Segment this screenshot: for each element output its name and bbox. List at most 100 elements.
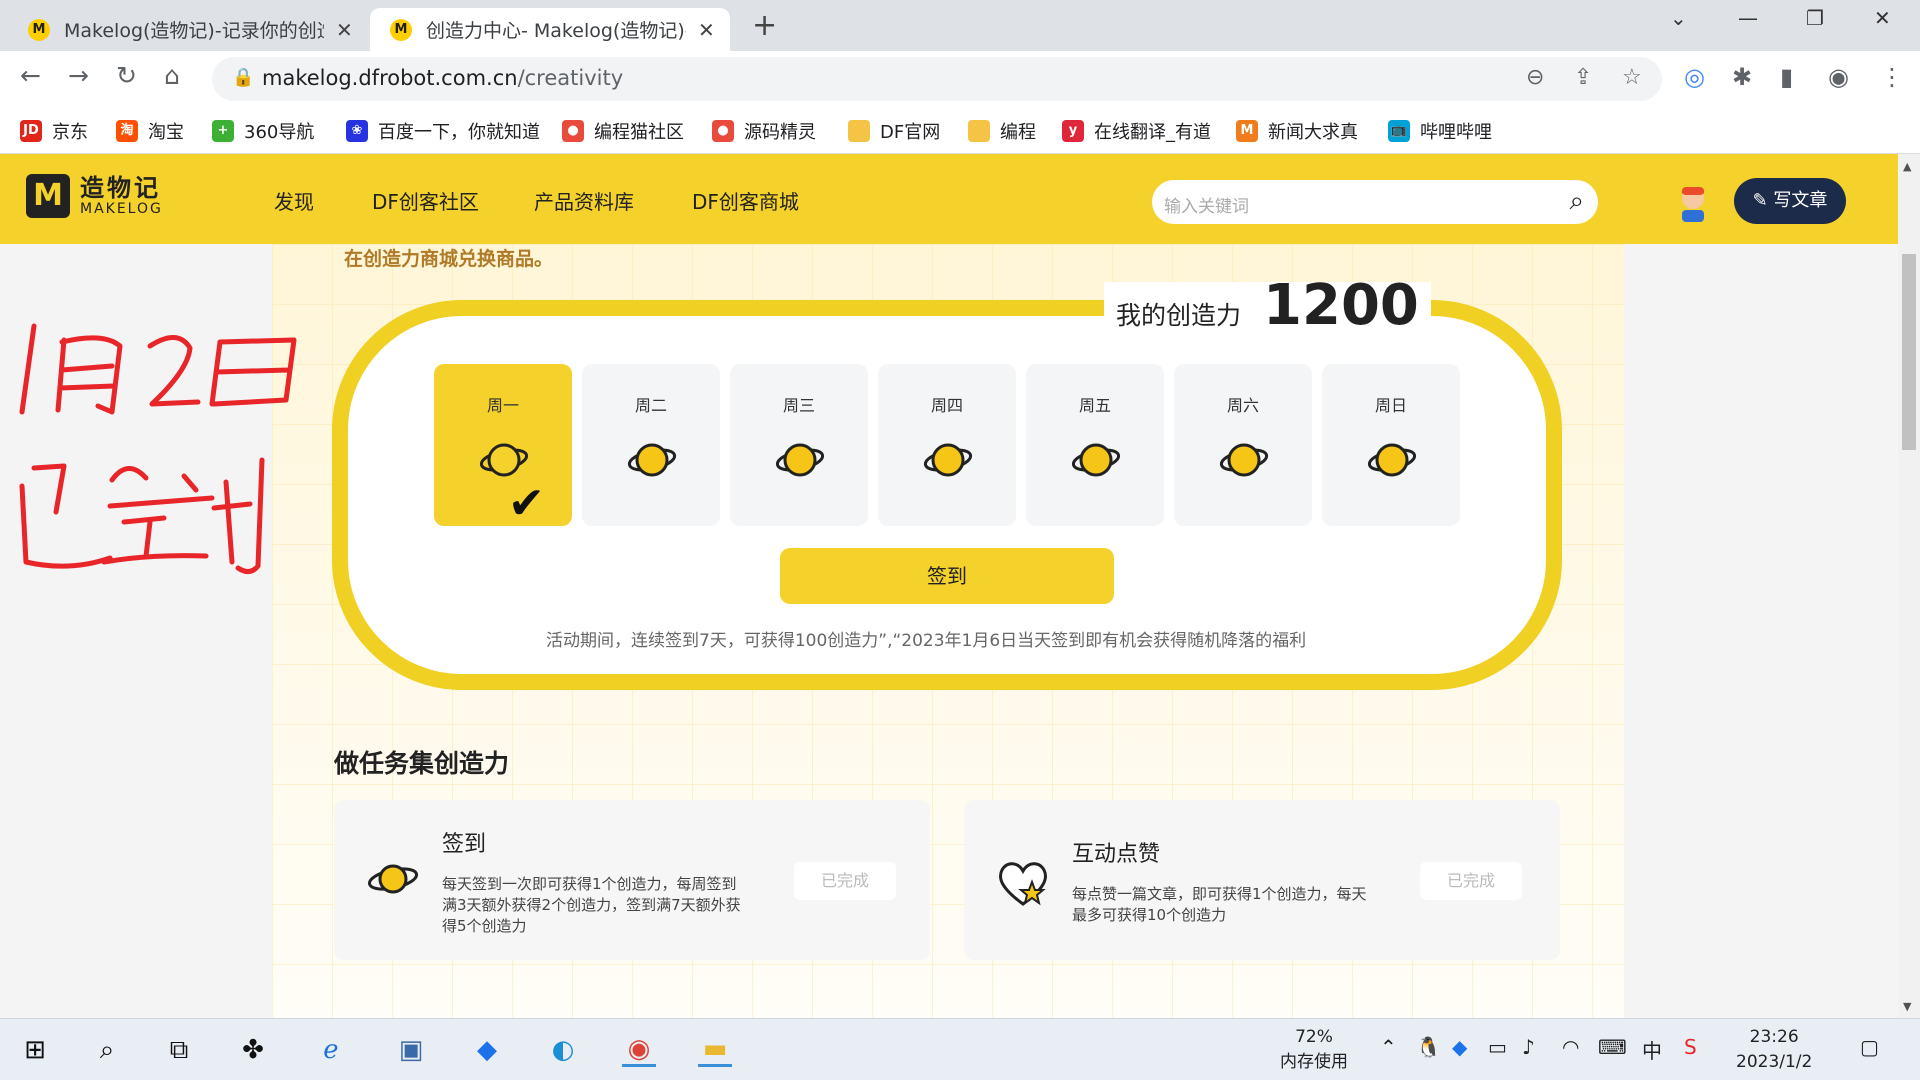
ie-browser-icon[interactable]: ℯ — [314, 1033, 348, 1067]
scroll-down-icon[interactable]: ▼ — [1903, 1000, 1911, 1013]
new-tab-icon[interactable]: + — [752, 8, 777, 43]
task-status-button[interactable]: 已完成 — [1420, 862, 1522, 900]
tab-search-chevron-icon[interactable]: ⌄ — [1670, 6, 1687, 30]
lock-icon[interactable]: 🔒 — [232, 67, 254, 88]
file-explorer-icon[interactable]: ▬ — [698, 1033, 732, 1067]
planet-icon — [1219, 443, 1269, 477]
volume-icon[interactable]: ♪ — [1522, 1035, 1535, 1059]
keyboard-icon[interactable]: ⌨ — [1598, 1035, 1627, 1059]
planet-icon — [1071, 443, 1121, 477]
scroll-up-icon[interactable]: ▲ — [1903, 160, 1911, 173]
day-card[interactable]: 周二 — [582, 364, 720, 526]
day-card[interactable]: 周一 ✔ — [434, 364, 572, 529]
logo-cn: 造物记 — [80, 174, 161, 202]
score-box: 我的创造力 1200 — [1104, 278, 1431, 334]
bookmark-label: 编程猫社区 — [594, 122, 684, 143]
bookmark-item[interactable]: ● 源码精灵 — [712, 118, 816, 144]
minimize-icon[interactable]: — — [1738, 6, 1758, 30]
tasks-title: 做任务集创造力 — [334, 749, 510, 778]
omnibox[interactable]: 🔒 makelog.dfrobot.com.cn/creativity ⊖ ⇪ … — [212, 57, 1662, 101]
nav-df-mall[interactable]: DF创客商城 — [692, 186, 799, 215]
search-icon[interactable]: ⌕ — [1569, 186, 1584, 217]
day-card[interactable]: 周六 — [1174, 364, 1312, 526]
bookmark-icon: y — [1062, 120, 1084, 142]
edge-icon[interactable]: ◐ — [546, 1033, 580, 1067]
write-article-button[interactable]: ✎ 写文章 — [1734, 178, 1846, 224]
remote-desktop-icon[interactable]: ▣ — [394, 1033, 428, 1067]
notification-icon[interactable]: ▢ — [1860, 1035, 1879, 1059]
windows-start-icon[interactable]: ⊞ — [18, 1033, 52, 1067]
bookmark-icon: M — [1236, 120, 1258, 142]
task-title: 互动点赞 — [1072, 842, 1161, 867]
wifi-icon[interactable]: ◠ — [1562, 1035, 1579, 1059]
restore-icon[interactable]: ❐ — [1806, 6, 1824, 30]
side-panel-icon[interactable]: ▮ — [1780, 63, 1793, 91]
activity-note: 活动期间，连续签到7天，可获得100创造力”,“2023年1月6日当天签到即有机… — [546, 631, 1307, 651]
day-card[interactable]: 周四 — [878, 364, 1016, 526]
clock-time: 23:26 — [1749, 1027, 1799, 1047]
day-card[interactable]: 周五 — [1026, 364, 1164, 526]
bookmark-item[interactable]: DF官网 — [848, 118, 940, 144]
tab-makelog-home[interactable]: M Makelog(造物记)-记录你的创造 ✕ — [8, 8, 368, 51]
nav-discover[interactable]: 发现 — [274, 186, 314, 215]
day-card[interactable]: 周三 — [730, 364, 868, 526]
search-icon[interactable]: ⌕ — [90, 1033, 124, 1067]
ime-indicator[interactable]: 中 — [1642, 1035, 1662, 1064]
close-tab-icon[interactable]: ✕ — [698, 18, 715, 42]
extensions-puzzle-icon[interactable]: ✱ — [1732, 63, 1752, 91]
sogou-input-icon[interactable]: S — [1684, 1035, 1697, 1059]
search-input[interactable]: 输入关键词 ⌕ — [1152, 180, 1598, 224]
page-scrollbar[interactable]: ▲ ▼ — [1898, 154, 1920, 1018]
bookmark-item[interactable]: JD 京东 — [20, 118, 88, 144]
bookmark-label: DF官网 — [880, 122, 941, 143]
chrome-extension-icon[interactable]: ◎ — [1684, 63, 1705, 91]
chrome-icon[interactable]: ◉ — [622, 1033, 656, 1067]
bookmark-item[interactable]: 📺 哔哩哔哩 — [1388, 118, 1492, 144]
close-tab-icon[interactable]: ✕ — [336, 18, 353, 42]
bookmark-item[interactable]: M 新闻大求真 — [1236, 118, 1358, 144]
menu-kebab-icon[interactable]: ⋮ — [1880, 63, 1904, 91]
task-status-button[interactable]: 已完成 — [794, 862, 896, 900]
task-card-checkin: 签到 每天签到一次即可获得1个创造力，每周签到满3天额外获得2个创造力，签到满7… — [334, 800, 930, 960]
task-card-like: 互动点赞 每点赞一篇文章，即可获得1个创造力，每天最多可获得10个创造力 已完成 — [964, 800, 1560, 960]
day-card[interactable]: 周日 — [1322, 364, 1460, 526]
exchange-tip: 在创造力商城兑换商品。 — [344, 248, 554, 270]
bookmark-label: 京东 — [52, 122, 88, 143]
bookmark-label: 在线翻译_有道 — [1094, 122, 1211, 143]
bookmark-item[interactable]: 编程 — [968, 118, 1036, 144]
feishu-tray-icon[interactable]: ◆ — [1452, 1035, 1467, 1059]
url-host: makelog.dfrobot.com.cn — [262, 66, 518, 90]
makelog-logo[interactable]: M 造物记 MAKELOG — [26, 174, 163, 218]
battery-icon[interactable]: ▭ — [1488, 1035, 1507, 1059]
bookmark-star-icon[interactable]: ☆ — [1622, 65, 1642, 90]
bookmark-item[interactable]: ❀ 百度一下，你就知道 — [346, 118, 540, 144]
feishu-icon[interactable]: ◆ — [470, 1033, 504, 1067]
zoom-icon[interactable]: ⊖ — [1526, 65, 1544, 90]
app-pinwheel-icon[interactable]: ✤ — [236, 1033, 270, 1067]
bookmark-icon: ● — [562, 120, 584, 142]
scrollbar-thumb[interactable] — [1902, 254, 1916, 450]
share-icon[interactable]: ⇪ — [1574, 65, 1592, 90]
makelog-logo-icon: M — [26, 174, 70, 218]
forward-icon[interactable]: → — [68, 61, 89, 90]
tray-chevron-icon[interactable]: ⌃ — [1380, 1035, 1397, 1059]
sign-in-button[interactable]: 签到 — [780, 548, 1114, 604]
bookmark-item[interactable]: 淘淘宝 — [116, 118, 184, 144]
url-text[interactable]: makelog.dfrobot.com.cn/creativity — [262, 66, 623, 90]
system-clock[interactable]: 23:26 2023/1/2 — [1736, 1025, 1812, 1075]
qq-icon[interactable]: 🐧 — [1416, 1035, 1441, 1059]
tab-creativity-center[interactable]: M 创造力中心- Makelog(造物记)-i ✕ — [370, 8, 730, 51]
reload-icon[interactable]: ↻ — [116, 61, 137, 90]
profile-icon[interactable]: ◉ — [1828, 63, 1849, 91]
bookmark-item[interactable]: +360导航 — [212, 118, 314, 144]
back-icon[interactable]: ← — [20, 61, 41, 90]
avatar[interactable] — [1676, 182, 1710, 222]
home-icon[interactable]: ⌂ — [164, 61, 180, 90]
memory-usage[interactable]: 72% 内存使用 — [1280, 1025, 1348, 1075]
bookmark-item[interactable]: y 在线翻译_有道 — [1062, 118, 1211, 144]
nav-product-library[interactable]: 产品资料库 — [534, 186, 634, 215]
nav-df-community[interactable]: DF创客社区 — [372, 186, 479, 215]
bookmark-item[interactable]: ● 编程猫社区 — [562, 118, 684, 144]
window-close-icon[interactable]: ✕ — [1874, 6, 1891, 30]
task-view-icon[interactable]: ⧉ — [162, 1033, 196, 1067]
